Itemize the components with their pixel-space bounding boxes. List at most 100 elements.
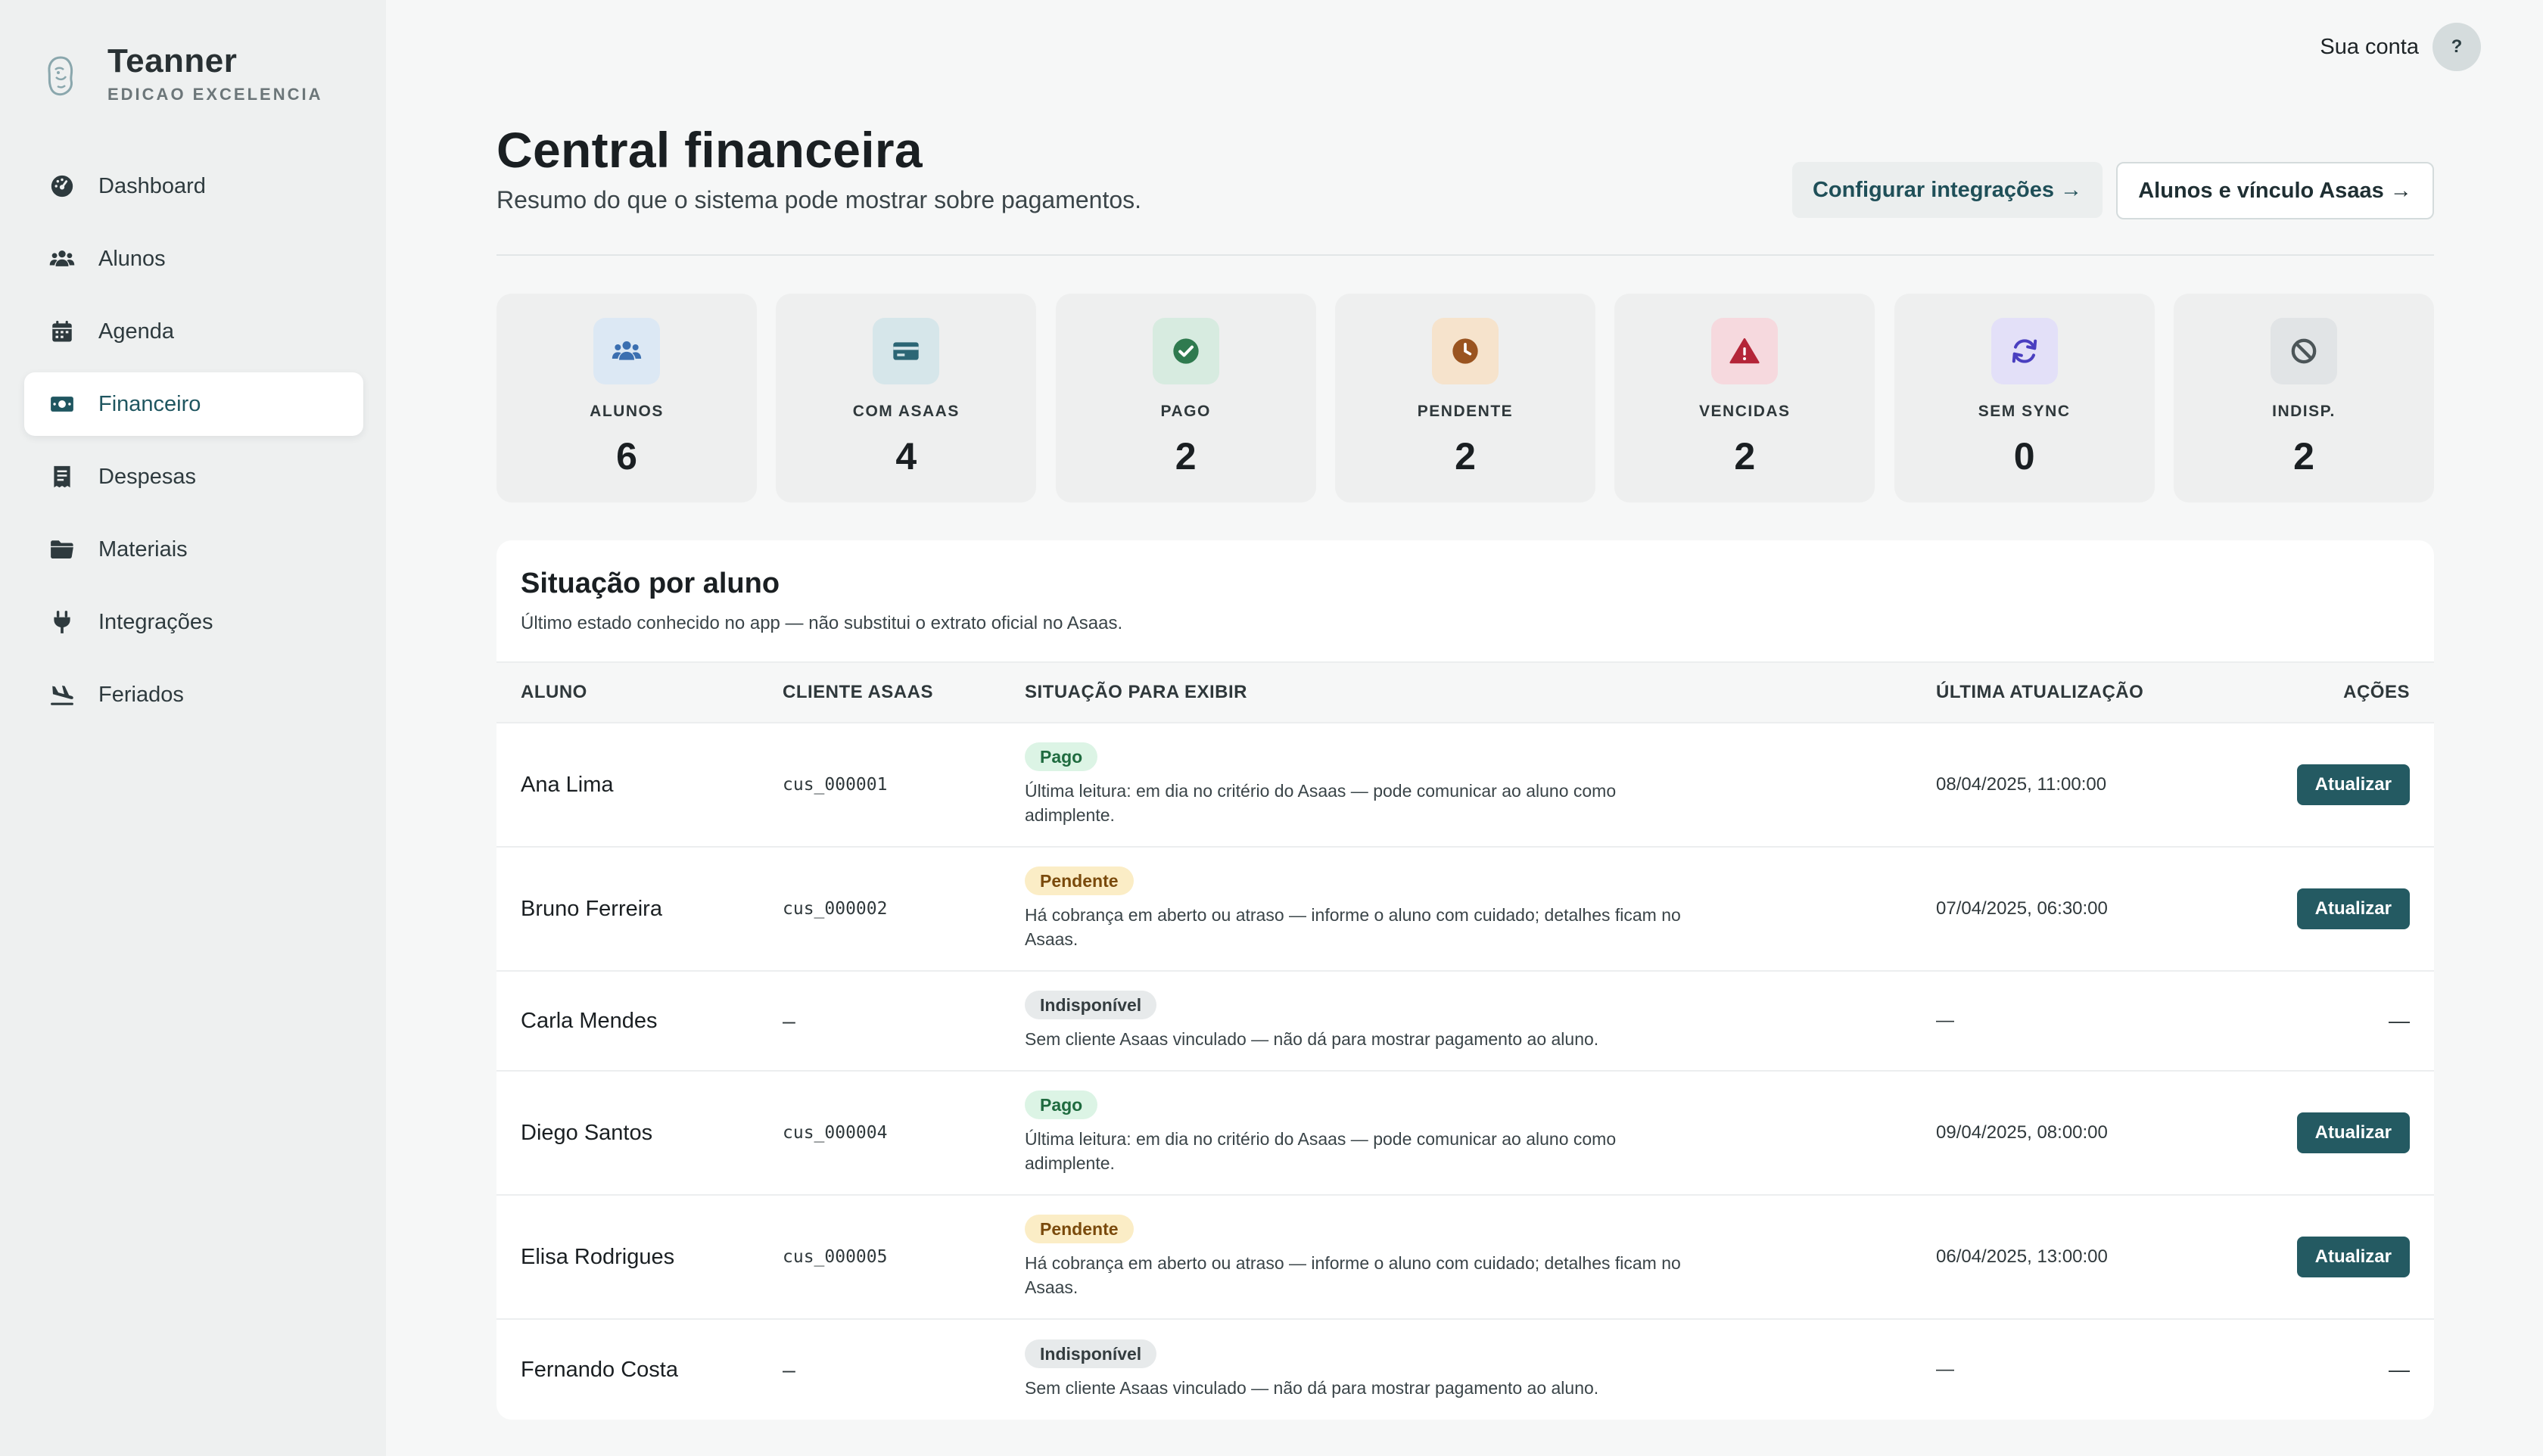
student-name: Ana Lima [521,772,614,797]
column-header-client: CLIENTE ASAAS [783,682,933,702]
sidebar-item-materiais[interactable]: Materiais [24,518,363,581]
sidebar-item-label: Despesas [98,464,196,489]
student-name: Bruno Ferreira [521,896,662,921]
users-icon [593,318,660,384]
column-header-status: SITUAÇÃO PARA EXIBIR [1025,682,1248,702]
brand-subtitle: EDICAO EXCELENCIA [107,85,323,104]
stat-label: PAGO [1160,403,1211,420]
account-menu[interactable]: Sua conta ? [2320,23,2481,71]
sidebar-item-label: Integrações [98,609,213,634]
students-asaas-link-button[interactable]: Alunos e vínculo Asaas → [2116,162,2434,219]
actions-cell: — [2389,1009,2410,1032]
sidebar-item-alunos[interactable]: Alunos [24,227,363,291]
account-label: Sua conta [2320,34,2419,59]
last-updated: 08/04/2025, 11:00:00 [1936,774,2107,795]
sidebar-item-integracoes[interactable]: Integrações [24,590,363,654]
sidebar-item-label: Alunos [98,246,166,271]
status-badge: Pendente [1025,1215,1134,1243]
stat-value: 4 [895,435,917,478]
table-row: Ana Lima cus_000001 Pago Última leitura:… [496,723,2434,848]
status-badge: Pago [1025,742,1098,771]
stat-value: 2 [1455,435,1476,478]
update-button[interactable]: Atualizar [2296,888,2410,929]
status-cell: Indisponível Sem cliente Asaas vinculado… [1025,972,1706,1070]
stat-card-pendente: PENDENTE 2 [1334,294,1595,502]
column-header-student: ALUNO [521,682,587,702]
stat-label: VENCIDAS [1699,403,1791,420]
logo-icon [48,56,73,96]
sidebar-item-despesas[interactable]: Despesas [24,445,363,509]
status-badge: Pago [1025,1090,1098,1119]
status-cell: Pago Última leitura: em dia no critério … [1025,1072,1706,1194]
stats-row: ALUNOS 6 COM ASAAS 4 PAGO 2 PENDENTE 2 V… [496,294,2434,502]
stat-card-alunos: ALUNOS 6 [496,294,757,502]
sidebar-item-label: Agenda [98,319,174,344]
asaas-client-id: cus_000001 [783,775,888,795]
last-updated: 06/04/2025, 13:00:00 [1936,1246,2108,1267]
actions-cell: — [2389,1358,2410,1381]
sidebar-item-feriados[interactable]: Feriados [24,663,363,726]
money-icon [48,390,76,418]
table-row: Fernando Costa — Indisponível Sem client… [496,1320,2434,1420]
table-row: Elisa Rodrigues cus_000005 Pendente Há c… [496,1196,2434,1320]
stat-label: INDISP. [2272,403,2336,420]
student-name: Carla Mendes [521,1008,658,1033]
actions-cell: Atualizar [2296,1072,2410,1194]
status-badge: Pendente [1025,866,1134,895]
table-header: ALUNO CLIENTE ASAAS SITUAÇÃO PARA EXIBIR… [496,661,2434,723]
last-updated: — [1936,1010,1954,1031]
actions-cell: Atualizar [2296,1196,2410,1318]
sidebar-item-dashboard[interactable]: Dashboard [24,154,363,218]
receipt-icon [48,463,76,490]
stat-card-com-asaas: COM ASAAS 4 [776,294,1037,502]
sidebar-item-label: Dashboard [98,173,206,198]
stat-card-indisp: INDISP. 2 [2173,294,2434,502]
student-name: Diego Santos [521,1120,653,1145]
table-row: Bruno Ferreira cus_000002 Pendente Há co… [496,848,2434,972]
page-subtitle: Resumo do que o sistema pode mostrar sob… [496,186,1142,213]
last-updated: 07/04/2025, 06:30:00 [1936,898,2108,919]
avatar[interactable]: ? [2433,23,2481,71]
divider [496,254,2434,256]
sidebar-nav: Dashboard Alunos Agenda Financeiro Despe… [24,154,363,736]
stat-label: ALUNOS [590,403,664,420]
stat-value: 2 [1734,435,1756,478]
sidebar-item-label: Materiais [98,537,188,562]
student-name: Elisa Rodrigues [521,1244,675,1269]
status-description: Última leitura: em dia no critério do As… [1025,781,1617,825]
asaas-client-id: — [783,1008,795,1034]
stat-card-pago: PAGO 2 [1055,294,1316,502]
sidebar-item-label: Financeiro [98,391,201,416]
gauge-icon [48,173,76,200]
update-button[interactable]: Atualizar [2296,1237,2410,1277]
asaas-client-id: — [783,1357,795,1383]
asaas-client-id: cus_000005 [783,1247,888,1267]
configure-integrations-button[interactable]: Configurar integrações → [1792,162,2103,218]
calendar-icon [48,318,76,345]
clock-icon [1431,318,1499,384]
update-button[interactable]: Atualizar [2296,1112,2410,1153]
sidebar-item-financeiro[interactable]: Financeiro [24,372,363,436]
brand[interactable]: Teanner EDICAO EXCELENCIA [42,41,322,106]
stat-label: PENDENTE [1417,403,1514,420]
update-button[interactable]: Atualizar [2296,764,2410,805]
sync-icon [1991,318,2058,384]
table-row: Carla Mendes — Indisponível Sem cliente … [496,972,2434,1072]
sidebar-item-agenda[interactable]: Agenda [24,300,363,363]
stat-card-vencidas: VENCIDAS 2 [1614,294,1875,502]
status-description: Há cobrança em aberto ou atraso — inform… [1025,905,1681,949]
table-note: Último estado conhecido no app — não sub… [521,613,1123,633]
status-badge: Indisponível [1025,991,1157,1019]
stat-value: 2 [2293,435,2314,478]
status-cell: Pendente Há cobrança em aberto ou atraso… [1025,848,1706,970]
sidebar: Teanner EDICAO EXCELENCIA Dashboard Alun… [0,0,386,1456]
stat-value: 2 [1175,435,1197,478]
asaas-client-id: cus_000004 [783,1123,888,1143]
stat-label: SEM SYNC [1978,403,2071,420]
actions-cell: Atualizar [2296,848,2410,970]
table-body: Ana Lima cus_000001 Pago Última leitura:… [496,723,2434,1420]
warning-icon [1711,318,1779,384]
plane-landing-icon [48,681,76,708]
column-header-updated: ÚLTIMA ATUALIZAÇÃO [1936,682,2144,702]
status-description: Sem cliente Asaas vinculado — não dá par… [1025,1029,1599,1049]
